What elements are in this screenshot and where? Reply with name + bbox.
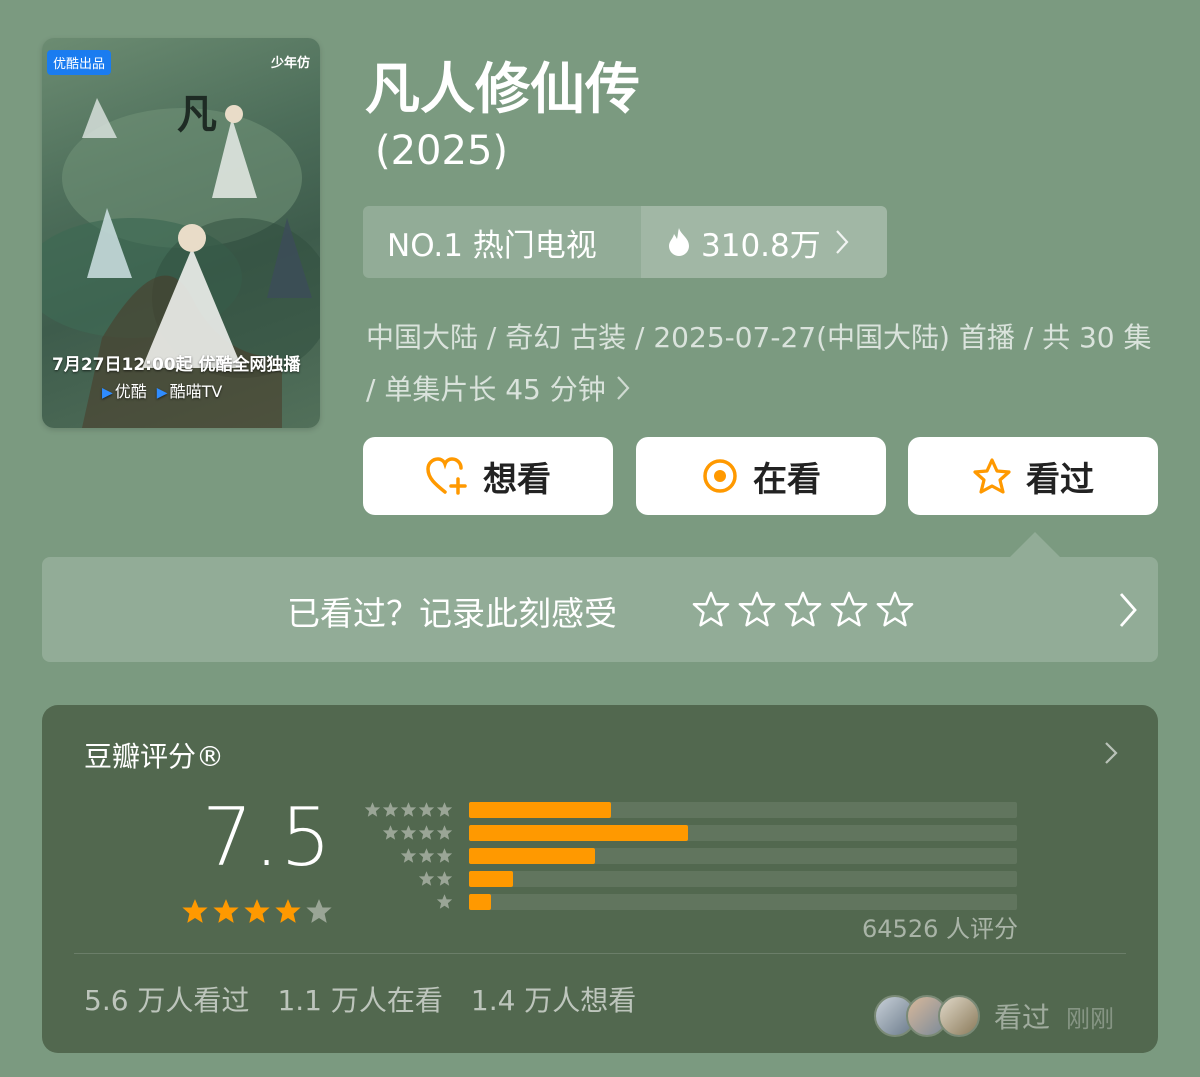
score-stars (181, 897, 333, 925)
want-to-watch-button[interactable]: 想看 (363, 437, 613, 515)
distribution-bar (469, 801, 612, 818)
chevron-right-icon (1105, 742, 1118, 764)
poster-platform-youku: 优酷 (102, 378, 147, 402)
distribution-track (469, 847, 1017, 864)
star-filled-icon (244, 899, 270, 923)
star-small-icon (436, 802, 453, 817)
chevron-right-icon (1119, 593, 1137, 627)
show-meta[interactable]: 中国大陆 / 奇幻 古装 / 2025-07-27(中国大陆) 首播 / 共 3… (366, 312, 1156, 416)
distribution-row-3 (359, 847, 1017, 864)
poster-platforms: 优酷 酷喵TV (102, 378, 223, 402)
poster-badge: 优酷出品 (47, 50, 112, 75)
show-title: 凡人修仙传 (365, 57, 641, 121)
watched-button[interactable]: 看过 (908, 437, 1158, 515)
record-prompt: 已看过？记录此刻感受 (287, 594, 617, 633)
star-small-icon (400, 848, 417, 863)
distribution-row-5 (359, 801, 1017, 818)
distribution-stars (359, 824, 453, 841)
show-meta-text: 中国大陆 / 奇幻 古装 / 2025-07-27(中国大陆) 首播 / 共 3… (366, 321, 1152, 406)
watched-label: 看过 (1026, 459, 1094, 500)
star-small-icon (436, 894, 453, 909)
poster-brand-logo: 少年仿 (270, 56, 310, 71)
poster-platform-kumiao: 酷喵TV (157, 378, 223, 402)
watching-label: 在看 (753, 459, 821, 500)
distribution-bar (469, 847, 596, 864)
distribution-row-4 (359, 824, 1017, 841)
star-small-icon (436, 848, 453, 863)
distribution-row-2 (359, 870, 1017, 887)
rank-pill[interactable]: NO.1 热门电视 310.8万 (363, 206, 887, 278)
douban-rating-card[interactable]: 豆瓣评分® 7.5 64526 人评分 5.6 万人看过 1.1 万人在看 1.… (42, 705, 1158, 1053)
distribution-track (469, 893, 1017, 910)
star-small-icon (400, 802, 417, 817)
star-small-icon (418, 871, 435, 886)
star-outline-icon[interactable] (876, 590, 914, 628)
star-small-icon (418, 848, 435, 863)
star-small-icon (436, 871, 453, 886)
recent-time: 刚刚 (1066, 1004, 1115, 1033)
stat-watching: 1.1 万人在看 (277, 984, 443, 1017)
chevron-right-icon (616, 376, 630, 400)
star-filled-icon (182, 899, 208, 923)
distribution-row-1 (359, 893, 1017, 910)
popover-pointer (1010, 532, 1060, 557)
recent-label: 看过 (994, 1001, 1051, 1034)
record-feeling-bar[interactable]: 已看过？记录此刻感受 (42, 557, 1158, 662)
heat-index[interactable]: 310.8万 (641, 206, 887, 278)
recent-activity[interactable]: 看过 刚刚 (874, 995, 1114, 1037)
star-small-icon (382, 802, 399, 817)
rating-score: 7.5 (202, 791, 333, 884)
star-outline-icon[interactable] (692, 590, 730, 628)
watching-button[interactable]: 在看 (636, 437, 886, 515)
star-filled-icon (213, 899, 239, 923)
distribution-bar (469, 870, 513, 887)
show-year: (2025) (375, 128, 509, 174)
avatar (938, 995, 980, 1037)
star-outline-icon (973, 458, 1011, 494)
star-empty-icon (306, 899, 332, 923)
star-small-icon (436, 825, 453, 840)
rating-title: 豆瓣评分® (84, 740, 225, 773)
distribution-bar (469, 893, 491, 910)
star-small-icon (418, 802, 435, 817)
star-small-icon (418, 825, 435, 840)
star-small-icon (382, 825, 399, 840)
heat-value: 310.8万 (701, 227, 821, 264)
svg-text:凡: 凡 (177, 91, 217, 138)
star-outline-icon[interactable] (830, 590, 868, 628)
distribution-stars (359, 847, 453, 864)
distribution-track (469, 824, 1017, 841)
flame-icon (669, 228, 689, 256)
distribution-track (469, 801, 1017, 818)
divider (74, 953, 1126, 954)
star-outline-icon[interactable] (784, 590, 822, 628)
distribution-stars (359, 870, 453, 887)
distribution-track (469, 870, 1017, 887)
target-circle-icon (703, 459, 737, 493)
distribution-bar (469, 824, 689, 841)
star-filled-icon (275, 899, 301, 923)
star-outline-icon[interactable] (738, 590, 776, 628)
want-to-watch-label: 想看 (483, 459, 551, 500)
star-small-icon (400, 825, 417, 840)
stat-want: 1.4 万人想看 (470, 984, 637, 1017)
heart-plus-icon (426, 457, 467, 495)
rank-label: NO.1 热门电视 (387, 227, 597, 264)
avatar-group (874, 995, 980, 1037)
poster-air-date: 7月27日12:00起 优酷全网独播 (52, 355, 301, 375)
rate-stars[interactable] (692, 590, 914, 628)
chevron-right-icon (835, 230, 849, 254)
rating-count: 64526 人评分 (862, 915, 1018, 943)
stat-watched: 5.6 万人看过 (84, 984, 250, 1017)
watch-stats: 5.6 万人看过 1.1 万人在看 1.4 万人想看 (84, 979, 636, 1019)
distribution-stars (359, 893, 453, 910)
poster-image[interactable]: 凡 优酷出品 少年仿 7月27日12:00起 优酷全网独播 优酷 酷喵TV (42, 38, 320, 428)
star-small-icon (364, 802, 381, 817)
distribution-stars (359, 801, 453, 818)
